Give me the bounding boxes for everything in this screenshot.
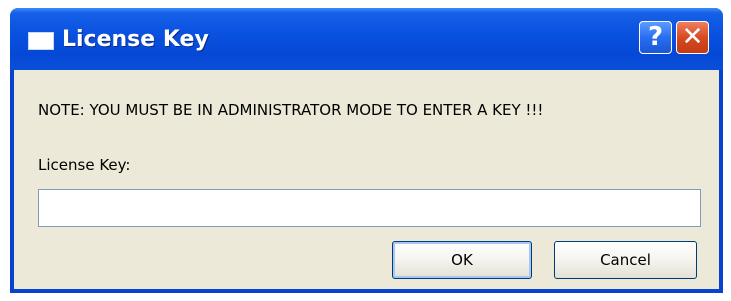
close-button[interactable]: ✕	[676, 21, 709, 54]
license-key-dialog: License Key ? ✕ NOTE: YOU MUST BE IN ADM…	[10, 8, 723, 293]
window-icon	[28, 32, 54, 50]
help-button[interactable]: ?	[639, 21, 672, 54]
ok-button[interactable]: OK	[392, 241, 532, 279]
cancel-button[interactable]: Cancel	[554, 241, 697, 279]
license-key-input[interactable]	[38, 189, 701, 227]
close-icon: ✕	[681, 22, 704, 52]
dialog-body: NOTE: YOU MUST BE IN ADMINISTRATOR MODE …	[14, 70, 719, 289]
admin-mode-note: NOTE: YOU MUST BE IN ADMINISTRATOR MODE …	[38, 101, 544, 119]
license-key-label: License Key:	[38, 156, 131, 174]
window-title: License Key	[62, 27, 209, 52]
help-icon: ?	[647, 22, 664, 52]
title-bar[interactable]: License Key ? ✕	[10, 8, 723, 70]
